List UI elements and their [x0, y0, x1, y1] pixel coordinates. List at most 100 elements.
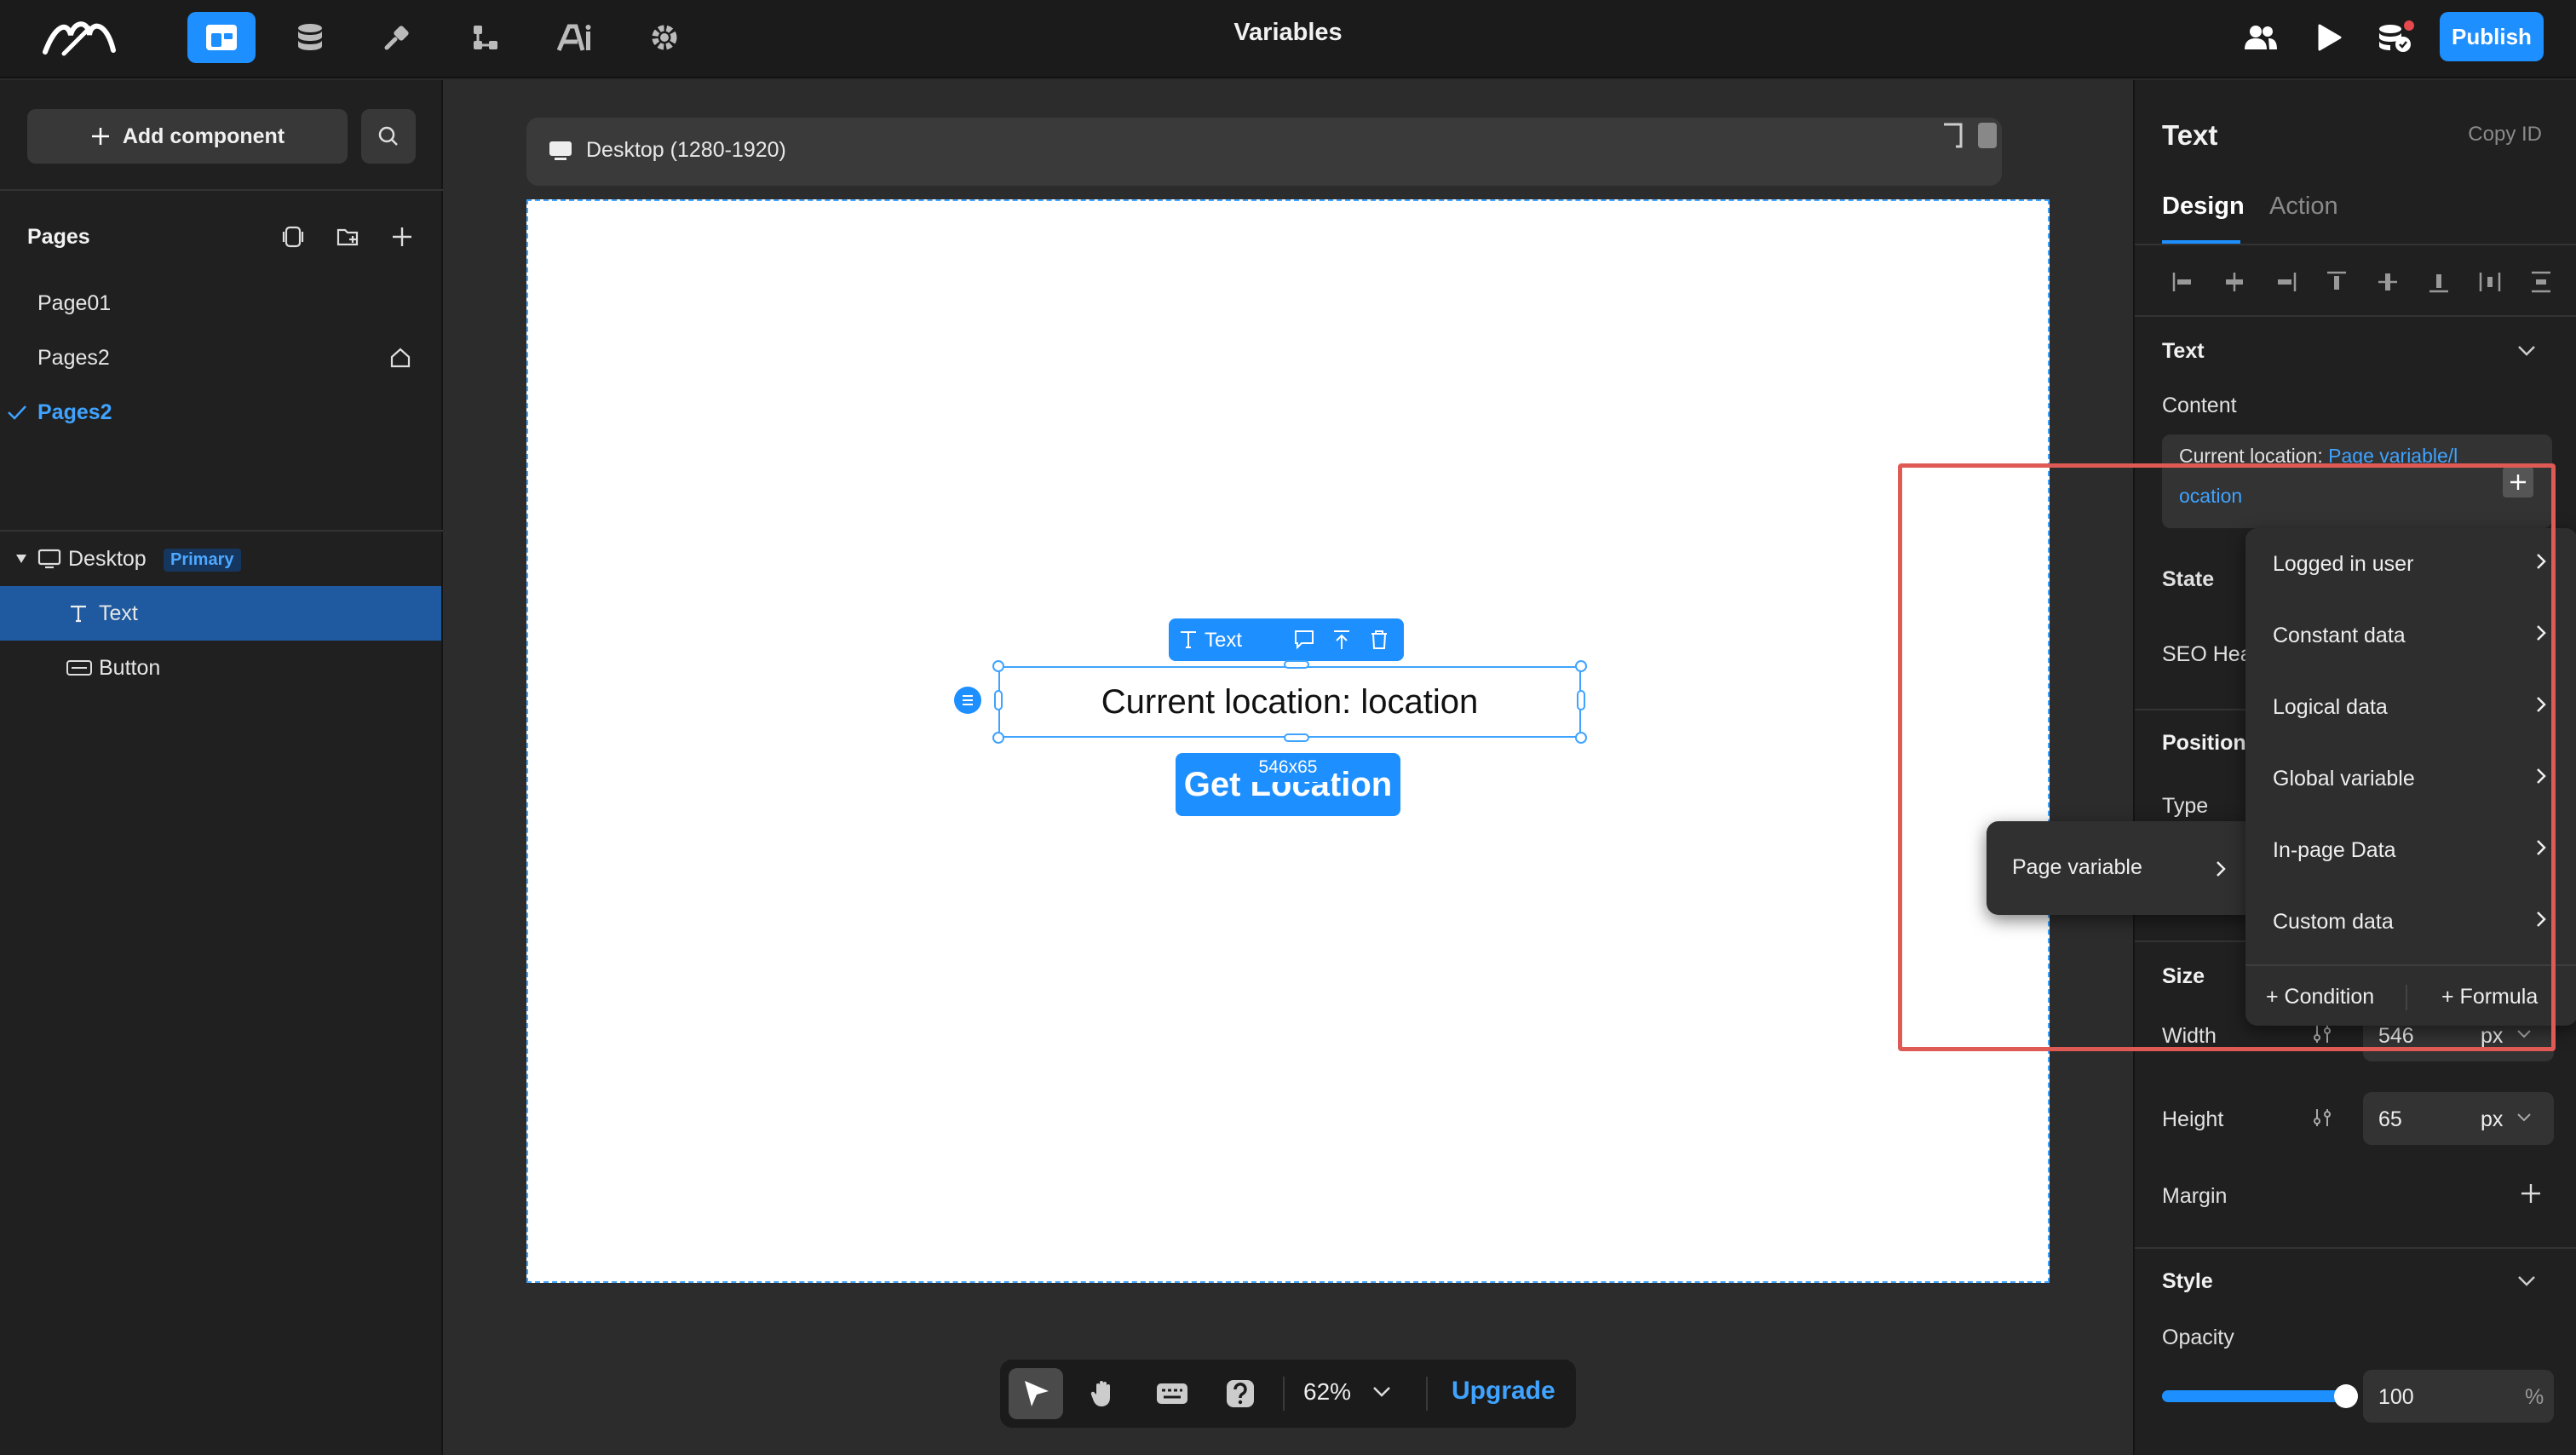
annotation-highlight-box: [1898, 463, 2556, 1051]
app-title: Variables: [1233, 19, 1343, 46]
left-sidebar: Add component Pages Page01 Pages2 Pages2…: [0, 80, 443, 1455]
delete-icon[interactable]: [1368, 629, 1390, 651]
align-left-icon[interactable]: [2171, 269, 2196, 295]
resize-handle[interactable]: [994, 690, 1003, 710]
data-status-icon[interactable]: [2361, 12, 2429, 63]
select-tool-icon[interactable]: [1009, 1368, 1063, 1419]
preview-icon[interactable]: [2295, 12, 2363, 63]
device-label: Desktop (1280-1920): [586, 138, 786, 162]
panel-divider: [2135, 315, 2576, 317]
sizing-mode-icon[interactable]: [2310, 1106, 2334, 1130]
home-icon[interactable]: [388, 346, 412, 370]
add-page-icon[interactable]: [387, 221, 417, 252]
tree-item-button[interactable]: Button: [0, 641, 441, 695]
tree-item-label: Button: [99, 656, 161, 680]
opacity-slider-track[interactable]: [2162, 1390, 2346, 1402]
help-icon[interactable]: [1213, 1368, 1268, 1419]
drag-handle-icon[interactable]: [954, 687, 981, 714]
opacity-label: Opacity: [2162, 1326, 2234, 1349]
settings-icon[interactable]: [630, 12, 699, 63]
chevron-down-icon[interactable]: [2516, 1113, 2532, 1123]
plus-icon: [91, 128, 109, 145]
panel-divider: [2135, 244, 2576, 245]
resize-handle[interactable]: [992, 660, 1004, 672]
device-selector[interactable]: Desktop (1280-1920): [526, 118, 2002, 186]
resize-handle[interactable]: [1284, 660, 1309, 669]
mobile-icon[interactable]: [1975, 121, 2000, 152]
chevron-down-icon[interactable]: [1371, 1385, 1392, 1399]
margin-label: Margin: [2162, 1184, 2228, 1208]
align-right-icon[interactable]: [2273, 269, 2298, 295]
page-item-label: Page01: [37, 290, 112, 315]
page-item-label: Pages2: [37, 400, 112, 424]
ai-icon[interactable]: [542, 12, 610, 63]
move-up-icon[interactable]: [1331, 629, 1353, 651]
size-tag: 546x65: [1244, 753, 1332, 782]
align-bottom-icon[interactable]: [2426, 269, 2452, 295]
tree-item-desktop[interactable]: Desktop Primary: [0, 532, 441, 586]
collaborators-icon[interactable]: [2227, 12, 2295, 63]
opacity-value: 100: [2378, 1385, 2414, 1409]
selected-text-element[interactable]: Current location: location: [998, 666, 1581, 738]
toolbar-divider: [1426, 1377, 1428, 1411]
height-value: 65: [2378, 1107, 2402, 1131]
text-section-title: Text: [2162, 339, 2205, 363]
upgrade-link[interactable]: Upgrade: [1452, 1377, 1555, 1406]
top-bar: Variables Publish: [0, 0, 2576, 78]
tab-design[interactable]: Design: [2162, 193, 2245, 221]
height-label: Height: [2162, 1107, 2224, 1131]
plus-icon[interactable]: [2520, 1182, 2542, 1205]
panel-title: Text: [2162, 119, 2218, 151]
zoom-level[interactable]: 62%: [1303, 1378, 1351, 1406]
plugin-icon[interactable]: [363, 12, 431, 63]
resize-handle[interactable]: [1575, 732, 1587, 744]
comment-icon[interactable]: [1293, 629, 1315, 651]
height-input[interactable]: 65 px: [2363, 1092, 2554, 1145]
opacity-slider-thumb[interactable]: [2334, 1384, 2358, 1408]
pages-icon[interactable]: [187, 12, 256, 63]
keyboard-icon[interactable]: [1145, 1368, 1199, 1419]
chevron-down-icon[interactable]: [2516, 1274, 2537, 1288]
pages-title: Pages: [27, 225, 90, 249]
caret-down-icon[interactable]: [15, 554, 27, 564]
align-center-h-icon[interactable]: [2222, 269, 2247, 295]
tree-item-label: Text: [99, 601, 138, 625]
chevron-down-icon[interactable]: [2516, 344, 2537, 358]
tablet-icon[interactable]: [1941, 121, 1966, 152]
hand-tool-icon[interactable]: [1077, 1368, 1131, 1419]
page-item[interactable]: Pages2: [0, 331, 441, 385]
opacity-input[interactable]: 100 %: [2363, 1370, 2554, 1423]
text-element-content: Current location: location: [1101, 682, 1479, 721]
text-icon: [1181, 631, 1196, 648]
page-item-label: Pages2: [37, 345, 110, 370]
page-item[interactable]: Page01: [0, 276, 441, 331]
add-component-label: Add component: [122, 124, 285, 148]
resize-handle[interactable]: [992, 732, 1004, 744]
add-component-button[interactable]: Add component: [27, 109, 348, 164]
search-button[interactable]: [361, 109, 416, 164]
search-icon: [378, 126, 398, 146]
sidebar-divider: [0, 189, 443, 191]
add-folder-icon[interactable]: [332, 221, 363, 252]
copy-id-button[interactable]: Copy ID: [2468, 123, 2542, 147]
flow-icon[interactable]: [451, 12, 520, 63]
tab-action[interactable]: Action: [2269, 193, 2338, 221]
publish-button[interactable]: Publish: [2440, 12, 2544, 61]
canvas-area[interactable]: Desktop (1280-1920) Text Current locatio…: [443, 80, 2133, 1455]
resize-handle[interactable]: [1284, 733, 1309, 742]
resize-handle[interactable]: [1577, 690, 1585, 710]
content-label: Content: [2162, 394, 2237, 417]
resize-handle[interactable]: [1575, 660, 1587, 672]
database-icon[interactable]: [276, 12, 344, 63]
logo-icon[interactable]: [34, 12, 128, 63]
page-item-current[interactable]: Pages2: [0, 385, 441, 440]
selection-toolbar[interactable]: Text: [1169, 618, 1404, 661]
distribute-v-icon[interactable]: [2528, 269, 2554, 295]
align-center-v-icon[interactable]: [2375, 269, 2401, 295]
align-top-icon[interactable]: [2324, 269, 2349, 295]
distribute-h-icon[interactable]: [2477, 269, 2503, 295]
page-template-icon[interactable]: [278, 221, 308, 252]
tree-item-text[interactable]: Text: [0, 586, 441, 641]
toolbar-divider: [1283, 1377, 1285, 1411]
height-unit[interactable]: px: [2481, 1107, 2503, 1132]
